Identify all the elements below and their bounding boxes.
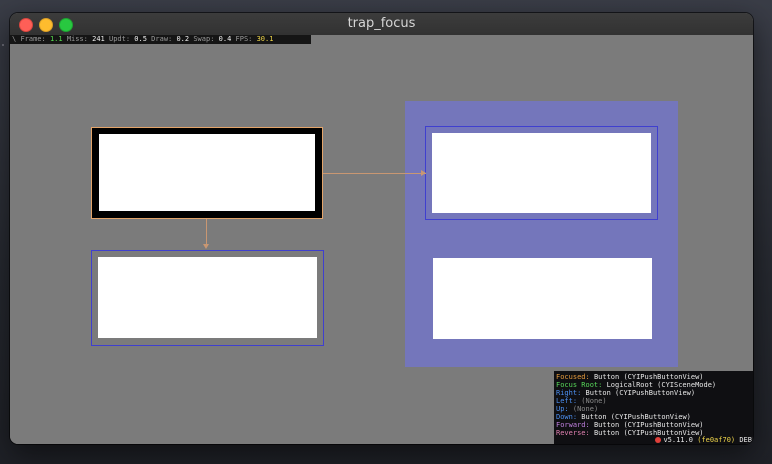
engine-logo-icon (655, 437, 662, 443)
frame-label: Frame: (20, 35, 46, 43)
frame-value: 1.1 (49, 35, 63, 43)
button-bottom-right[interactable] (433, 258, 652, 339)
draw-label: Draw: (151, 35, 173, 43)
fps-value: 30.1 (256, 35, 274, 43)
up-label: Up: (556, 405, 569, 413)
updt-value: 0.5 (134, 35, 147, 43)
focus-root-value: LogicalRoot (CYISceneMode) (606, 381, 717, 389)
button-top-left-focused[interactable] (91, 127, 323, 219)
focused-label: Focused: (556, 373, 590, 381)
forward-label: Forward: (556, 421, 590, 429)
draw-value: 0.2 (176, 35, 190, 43)
button-face (433, 258, 652, 339)
button-top-right[interactable] (425, 126, 658, 220)
button-face (99, 134, 315, 211)
down-label: Down: (556, 413, 578, 421)
swap-label: Swap: (193, 35, 215, 43)
left-label: Left: (556, 397, 578, 405)
title-bar[interactable]: trap_focus (10, 13, 753, 36)
version-info: v5.11.0 (fe0af70) DEB (655, 436, 752, 444)
up-value: (None) (572, 405, 599, 413)
down-value: Button (CYIPushButtonView) (581, 413, 691, 421)
build-type: DEB (739, 436, 752, 444)
updt-label: Updt: (109, 35, 131, 43)
reverse-label: Reverse: (556, 429, 590, 437)
left-value: (None) (581, 397, 607, 405)
focused-value: Button (CYIPushButtonView) (593, 373, 704, 381)
focus-debug-panel: Focused: Button (CYIPushButtonView) Focu… (554, 371, 753, 444)
swap-value: 0.4 (218, 35, 232, 43)
commit-hash: (fe0af70) (697, 436, 736, 444)
performance-stats-bar: \ Frame: 1.1 Miss: 241 Updt: 0.5 Draw: 0… (10, 35, 311, 44)
right-label: Right: (556, 389, 582, 397)
focus-arrow-down (206, 219, 207, 246)
app-window: trap_focus \ Frame: 1.1 Miss: 241 Updt: … (10, 13, 753, 444)
desktop-marker (2, 44, 4, 46)
miss-value: 241 (92, 35, 105, 43)
fps-label: FPS: (235, 35, 253, 43)
button-bottom-left[interactable] (91, 250, 324, 346)
focus-root-label: Focus Root: (556, 381, 603, 389)
window-title: trap_focus (347, 16, 416, 31)
forward-value: Button (CYIPushButtonView) (593, 421, 704, 429)
button-face (98, 257, 317, 338)
right-value: Button (CYIPushButtonView) (585, 389, 696, 397)
version-number: v5.11.0 (663, 436, 693, 444)
focus-arrow-down-head (203, 244, 209, 249)
focus-arrow-right-head (421, 170, 426, 176)
focus-arrow-right (323, 173, 426, 174)
button-face (432, 133, 651, 213)
miss-label: Miss: (66, 35, 88, 43)
